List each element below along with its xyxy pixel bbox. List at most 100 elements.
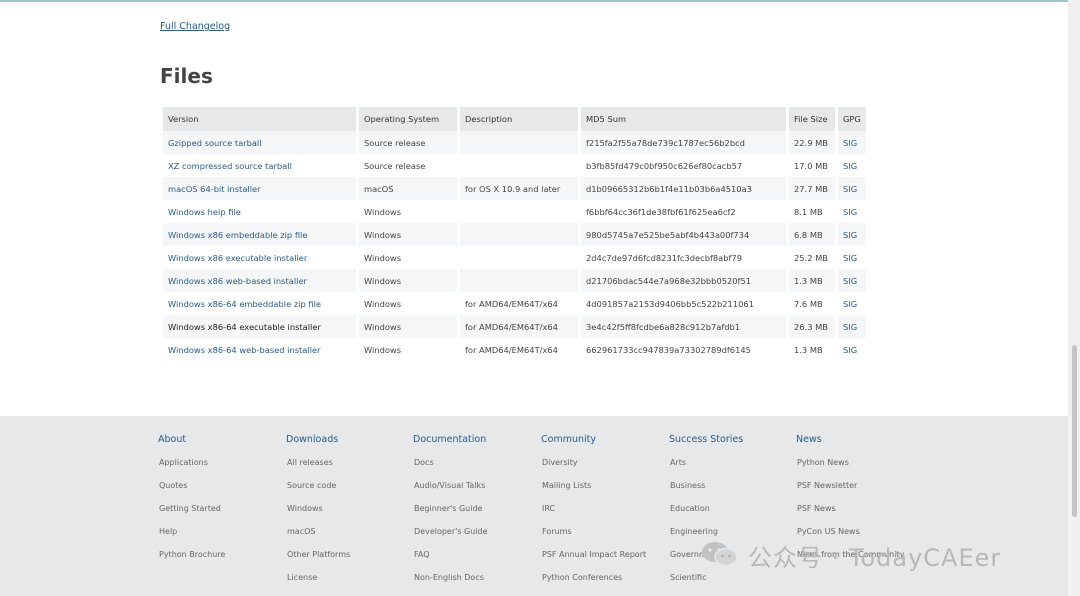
file-version-link[interactable]: Windows x86-64 embeddable zip file <box>163 292 356 315</box>
footer-link[interactable]: Python Conferences <box>541 571 646 594</box>
footer-link[interactable]: PSF Newsletter <box>796 479 904 502</box>
file-description: for AMD64/EM64T/x64 <box>460 315 578 338</box>
file-size: 27.7 MB <box>789 177 835 200</box>
file-version-link[interactable]: Gzipped source tarball <box>163 131 356 154</box>
file-version-link[interactable]: XZ compressed source tarball <box>163 154 356 177</box>
file-os: Windows <box>359 200 457 223</box>
file-os: Windows <box>359 338 457 361</box>
table-row: Windows x86-64 executable installer Wind… <box>163 315 866 338</box>
footer-link[interactable]: Arts <box>669 456 743 479</box>
footer-heading-downloads[interactable]: Downloads <box>286 434 350 448</box>
file-size: 22.9 MB <box>789 131 835 154</box>
footer-link[interactable]: Docs <box>413 456 488 479</box>
file-size: 8.1 MB <box>789 200 835 223</box>
footer-column-community: Community Diversity Mailing Lists IRC Fo… <box>541 434 646 594</box>
file-version-link[interactable]: Windows x86-64 web-based installer <box>163 338 356 361</box>
file-size: 17.0 MB <box>789 154 835 177</box>
footer-heading-documentation[interactable]: Documentation <box>413 434 488 448</box>
footer-link[interactable]: Non-English Docs <box>413 571 488 594</box>
file-description <box>460 223 578 246</box>
footer-link[interactable]: Mailing Lists <box>541 479 646 502</box>
gpg-sig-link[interactable]: SIG <box>838 177 866 200</box>
file-md5: b3fb85fd479c0bf950c626ef80cacb57 <box>581 154 786 177</box>
footer-heading-success-stories[interactable]: Success Stories <box>669 434 743 448</box>
column-header-version: Version <box>163 107 356 131</box>
gpg-sig-link[interactable]: SIG <box>838 338 866 361</box>
footer-link[interactable]: Education <box>669 502 743 525</box>
footer-link[interactable]: Source code <box>286 479 350 502</box>
file-size: 1.3 MB <box>789 269 835 292</box>
gpg-sig-link[interactable]: SIG <box>838 200 866 223</box>
footer-heading-community[interactable]: Community <box>541 434 646 448</box>
column-header-size: File Size <box>789 107 835 131</box>
footer-link[interactable]: Quotes <box>158 479 225 502</box>
footer-link[interactable]: Python News <box>796 456 904 479</box>
scrollbar-thumb[interactable] <box>1072 345 1077 517</box>
file-version-link[interactable]: Windows x86-64 executable installer <box>163 315 356 338</box>
file-description <box>460 154 578 177</box>
file-md5: d1b09665312b6b1f4e11b03b6a4510a3 <box>581 177 786 200</box>
table-row: Gzipped source tarball Source release f2… <box>163 131 866 154</box>
file-os: Source release <box>359 131 457 154</box>
footer-link[interactable]: Forums <box>541 525 646 548</box>
file-os: Windows <box>359 269 457 292</box>
file-size: 1.3 MB <box>789 338 835 361</box>
footer-link[interactable]: macOS <box>286 525 350 548</box>
file-version-link[interactable]: macOS 64-bit installer <box>163 177 356 200</box>
gpg-sig-link[interactable]: SIG <box>838 223 866 246</box>
gpg-sig-link[interactable]: SIG <box>838 246 866 269</box>
file-os: Windows <box>359 292 457 315</box>
footer-heading-news[interactable]: News <box>796 434 904 448</box>
footer-link[interactable]: PSF News <box>796 502 904 525</box>
gpg-sig-link[interactable]: SIG <box>838 131 866 154</box>
table-header-row: Version Operating System Description MD5… <box>163 107 866 131</box>
vertical-scrollbar[interactable] <box>1068 0 1080 596</box>
footer-link[interactable]: Getting Started <box>158 502 225 525</box>
wechat-icon <box>702 542 738 567</box>
table-row: Windows x86 web-based installer Windows … <box>163 269 866 292</box>
footer-link[interactable]: Applications <box>158 456 225 479</box>
file-md5: 3e4c42f5ff8fcdbe6a828c912b7afdb1 <box>581 315 786 338</box>
gpg-sig-link[interactable]: SIG <box>838 154 866 177</box>
gpg-sig-link[interactable]: SIG <box>838 315 866 338</box>
gpg-sig-link[interactable]: SIG <box>838 292 866 315</box>
file-version-link[interactable]: Windows x86 embeddable zip file <box>163 223 356 246</box>
files-heading: Files <box>160 64 213 88</box>
footer-link[interactable]: License <box>286 571 350 594</box>
footer-link[interactable]: Developer's Guide <box>413 525 488 548</box>
footer-link[interactable]: Windows <box>286 502 350 525</box>
footer-link[interactable]: Python Brochure <box>158 548 225 571</box>
full-changelog-link[interactable]: Full Changelog <box>160 21 230 32</box>
file-description <box>460 269 578 292</box>
gpg-sig-link[interactable]: SIG <box>838 269 866 292</box>
footer-link[interactable]: Business <box>669 479 743 502</box>
footer-link[interactable]: Scientific <box>669 571 743 594</box>
column-header-description: Description <box>460 107 578 131</box>
file-os: Windows <box>359 223 457 246</box>
footer-column-downloads: Downloads All releases Source code Windo… <box>286 434 350 594</box>
table-row: Windows x86 embeddable zip file Windows … <box>163 223 866 246</box>
table-row: Windows help file Windows f6bbf64cc36f1d… <box>163 200 866 223</box>
footer-link[interactable]: Help <box>158 525 225 548</box>
file-description <box>460 200 578 223</box>
footer-link[interactable]: FAQ <box>413 548 488 571</box>
file-size: 25.2 MB <box>789 246 835 269</box>
file-version-link[interactable]: Windows x86 executable installer <box>163 246 356 269</box>
table-row: Windows x86 executable installer Windows… <box>163 246 866 269</box>
table-row: Windows x86-64 web-based installer Windo… <box>163 338 866 361</box>
footer-link[interactable]: Beginner's Guide <box>413 502 488 525</box>
file-version-link[interactable]: Windows x86 web-based installer <box>163 269 356 292</box>
table-row: XZ compressed source tarball Source rele… <box>163 154 866 177</box>
file-md5: d21706bdac544e7a968e32bbb0520f51 <box>581 269 786 292</box>
file-version-link[interactable]: Windows help file <box>163 200 356 223</box>
footer-link[interactable]: All releases <box>286 456 350 479</box>
footer-heading-about[interactable]: About <box>158 434 225 448</box>
top-divider <box>0 0 1080 2</box>
file-description: for OS X 10.9 and later <box>460 177 578 200</box>
footer-link[interactable]: Audio/Visual Talks <box>413 479 488 502</box>
footer-link[interactable]: PSF Annual Impact Report <box>541 548 646 571</box>
footer-link[interactable]: Diversity <box>541 456 646 479</box>
footer-link[interactable]: IRC <box>541 502 646 525</box>
footer-link[interactable]: Other Platforms <box>286 548 350 571</box>
column-header-md5: MD5 Sum <box>581 107 786 131</box>
